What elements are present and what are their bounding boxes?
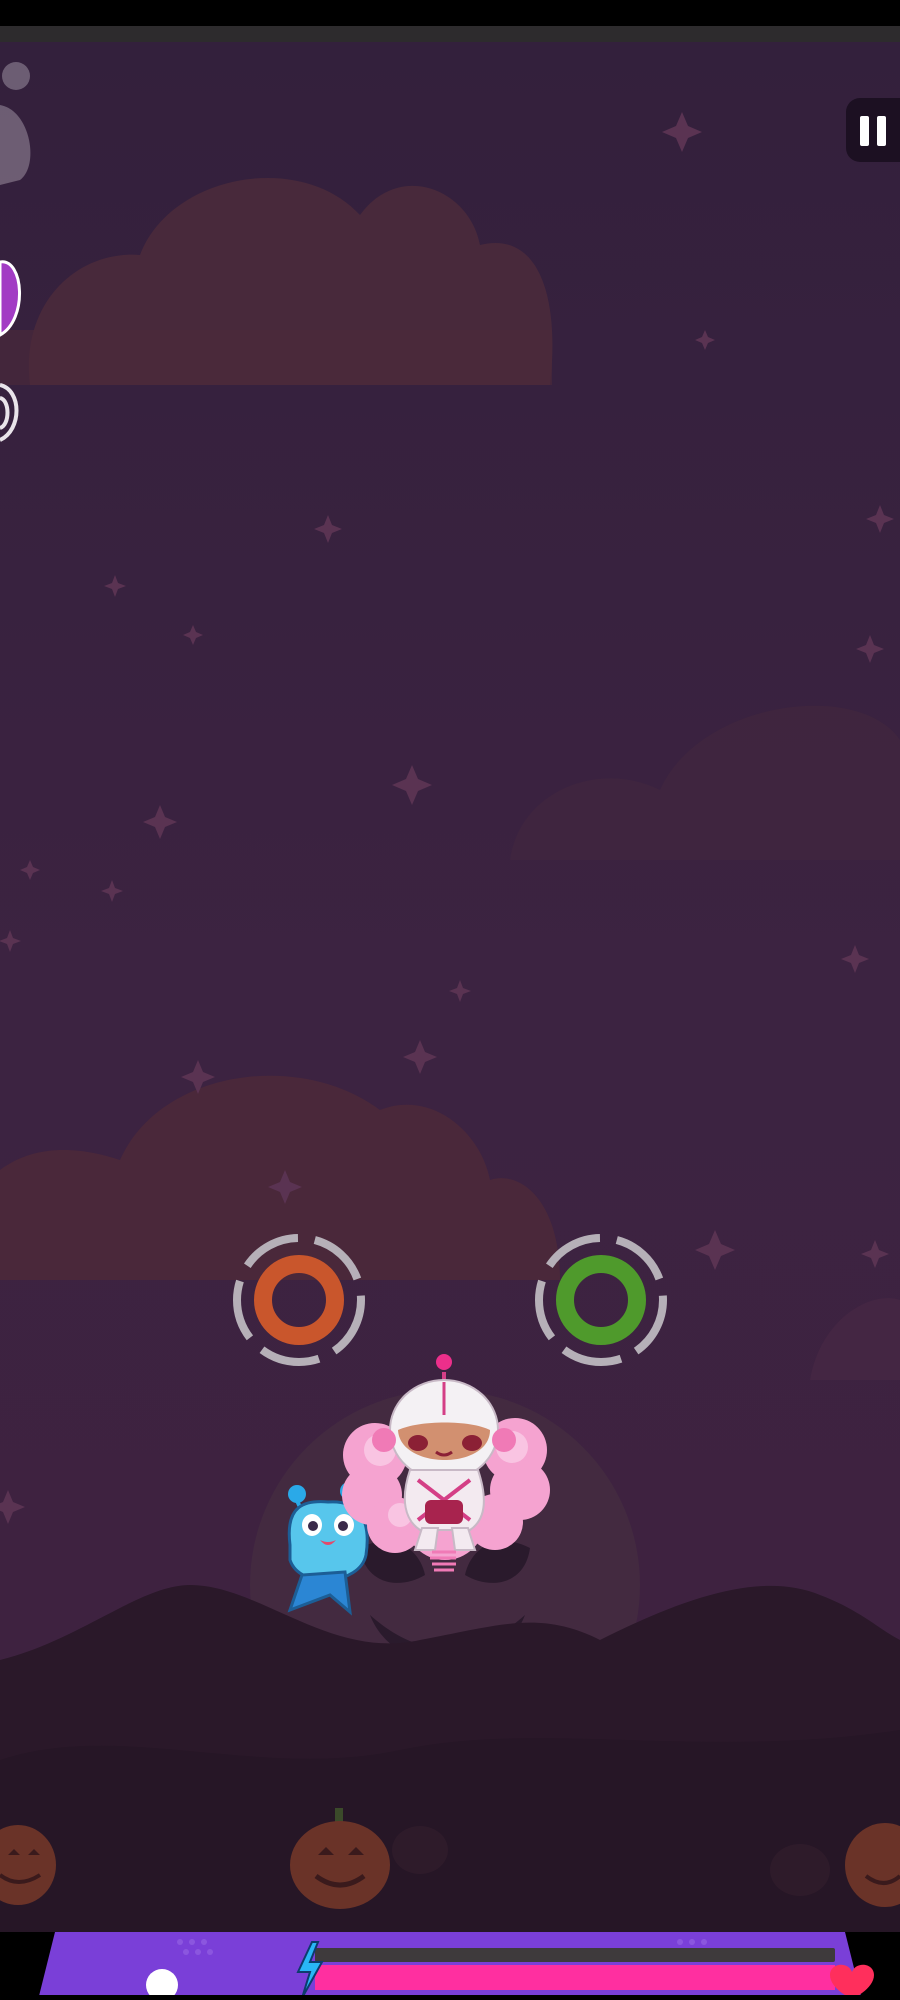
- health-fill: [315, 1965, 835, 1990]
- bottom-edge: [0, 1995, 900, 2000]
- pause-icon: [860, 116, 869, 146]
- bottom-hud-bar: [38, 1932, 874, 2000]
- mountain-shadow: [0, 1730, 900, 1932]
- pause-icon-bar: [877, 116, 886, 146]
- right-lane-target[interactable]: [531, 1233, 671, 1373]
- top-edge: [0, 26, 900, 42]
- upper-cloud-base: [0, 330, 552, 385]
- game-stage: [0, 0, 900, 2000]
- pause-button[interactable]: [846, 98, 900, 162]
- game-scene: [0, 0, 900, 2000]
- left-lane-target[interactable]: [229, 1233, 369, 1373]
